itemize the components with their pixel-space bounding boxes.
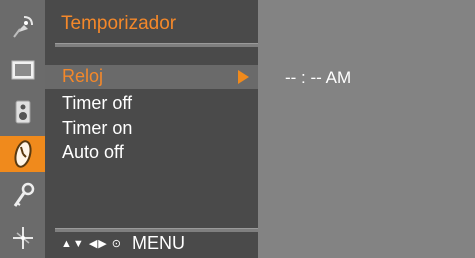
screen-icon: [11, 60, 34, 80]
menu-item-reloj[interactable]: Reloj: [45, 65, 258, 89]
icon-sidebar: [0, 0, 45, 258]
menu-item-label: Timer on: [62, 118, 133, 138]
value-panel: -- : -- AM: [258, 0, 475, 258]
menu-item-auto-off[interactable]: Auto off: [45, 141, 258, 165]
menu-item-label: Timer off: [62, 93, 133, 113]
sidebar-item-option[interactable]: [0, 220, 45, 256]
menu-item-timer-off[interactable]: Timer off: [45, 92, 258, 116]
osd-menu: Temporizador Reloj Timer off Timer on Au…: [0, 0, 475, 258]
menu-title: Temporizador: [61, 13, 177, 34]
clock-icon: [13, 140, 32, 168]
menu-item-timer-on[interactable]: Timer on: [45, 117, 258, 141]
sidebar-item-picture[interactable]: [0, 52, 45, 88]
sidebar-item-time[interactable]: [0, 136, 45, 172]
title-divider: [55, 43, 258, 47]
footer-divider: [55, 228, 258, 232]
navigation-hint: ▲▼ ◀▶ ⊙ MENU: [61, 233, 185, 254]
speaker-icon: [15, 100, 30, 124]
key-icon: [13, 182, 34, 207]
menu-item-label: Auto off: [62, 142, 124, 162]
submenu-arrow-icon: [238, 70, 249, 84]
navigation-keys-icon: ▲▼ ◀▶ ⊙: [61, 238, 123, 250]
menu-item-label: Reloj: [62, 66, 104, 86]
clock-value: -- : -- AM: [285, 68, 352, 87]
sidebar-item-channel[interactable]: [0, 8, 45, 44]
sidebar-item-sound[interactable]: [0, 94, 45, 130]
menu-key-label: MENU: [132, 233, 186, 253]
menu-panel: Temporizador Reloj Timer off Timer on Au…: [45, 0, 258, 258]
crosshair-icon: [12, 227, 33, 249]
sidebar-item-lock[interactable]: [0, 178, 45, 214]
satellite-icon: [12, 16, 33, 38]
